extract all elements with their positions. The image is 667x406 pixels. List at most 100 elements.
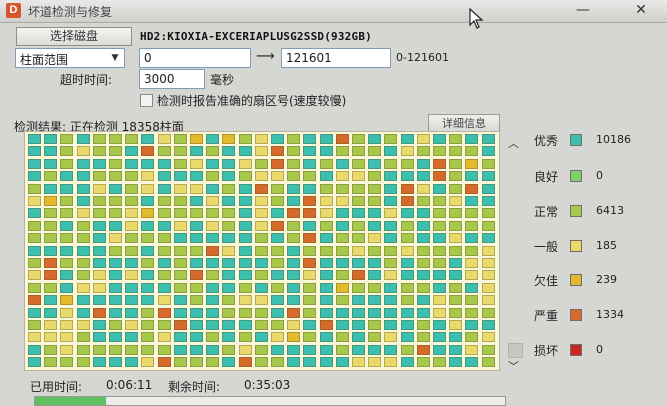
scroll-down-icon[interactable]: ﹀ [508,358,519,374]
legend-name: 欠佳 [534,274,559,288]
sector-cell [319,282,333,293]
sector-cell [271,320,284,330]
sector-cell [92,357,106,368]
sector-cell [368,196,382,206]
sector-cell [335,320,349,330]
disk-name: HD2:KIOXIA-EXCERIAPLUSG2SSD(932GB) [140,30,372,43]
sector-cell [76,307,90,318]
sector-cell [449,233,463,244]
sector-cell [206,134,220,144]
select-disk-button[interactable]: 选择磁盘 [16,27,132,46]
chevron-down-icon[interactable]: ▼ [108,50,122,66]
range-start-input[interactable]: 0 [139,48,251,68]
scroll-thumb[interactable] [508,343,523,358]
sector-cell [335,270,349,281]
sector-cell [319,196,333,206]
sector-cell [28,270,41,281]
sector-cell [335,357,349,368]
sector-cell [44,208,58,219]
minimize-icon[interactable]: — [570,1,596,19]
sector-cell [109,158,122,169]
sector-cell [368,332,382,343]
sector-cell [368,307,382,318]
sector-cell [352,320,365,330]
sector-cell [254,295,268,306]
sector-cell [287,332,301,343]
sector-cell [76,183,90,194]
sector-cell [449,320,463,330]
sector-cell [319,183,333,194]
sector-cell [271,146,284,157]
sector-cell [173,183,187,194]
sector-cell [206,158,220,169]
sector-cell [44,320,58,330]
sector-cell [416,357,430,368]
sector-cell [190,344,203,355]
sector-cell [287,357,301,368]
range-mode-select[interactable]: 柱面范围 ▼ [15,48,125,68]
sector-cell [400,357,414,368]
sector-cell [28,357,41,368]
sector-cell [287,183,301,194]
sector-cell [271,270,284,281]
sector-cell [206,183,220,194]
sector-cell [465,332,479,343]
sector-cell [60,146,74,157]
sector-cell [76,270,90,281]
sector-cell [319,233,333,244]
sector-cell [92,344,106,355]
sector-cell [335,134,349,144]
sector-cell [60,196,74,206]
sector-cell [222,134,236,144]
sector-cell [206,307,220,318]
sector-cell [368,233,382,244]
sector-cell [303,258,317,268]
sector-cell [141,270,155,281]
sector-cell [92,146,106,157]
close-icon[interactable]: ✕ [628,1,654,19]
sector-cell [481,134,495,144]
window-title: 坏道检测与修复 [28,5,113,19]
sector-cell [92,196,106,206]
sector-cell [222,320,236,330]
sector-cell [335,196,349,206]
sector-cell [141,320,155,330]
sector-cell [416,208,430,219]
sector-cell [287,220,301,231]
sector-cell [92,220,106,231]
sector-cell [28,282,41,293]
sector-cell [335,158,349,169]
scroll-up-icon[interactable]: ︿ [508,135,519,151]
sector-cell [206,344,220,355]
sector-cell [28,158,41,169]
sector-cell [92,307,106,318]
sector-cell [125,357,139,368]
sector-cell [254,183,268,194]
sector-cell [481,245,495,256]
range-end-input[interactable]: 121601 [281,48,391,68]
sector-cell [173,220,187,231]
sector-cell [76,158,90,169]
sector-cell [92,158,106,169]
sector-cell [206,196,220,206]
sector-cell [449,282,463,293]
sector-cell [190,171,203,182]
exact-sector-checkbox[interactable] [140,94,153,107]
sector-cell [44,171,58,182]
sector-cell [481,270,495,281]
sector-cell [206,245,220,256]
sector-cell [416,171,430,182]
sector-cell [190,220,203,231]
sector-cell [465,146,479,157]
legend-name: 损坏 [534,344,559,358]
sector-cell [416,220,430,231]
sector-cell [384,307,398,318]
sector-cell [303,220,317,231]
sector-cell [481,171,495,182]
sector-cell [335,171,349,182]
sector-cell [60,220,74,231]
sector-cell [465,295,479,306]
timeout-input[interactable]: 3000 [139,69,205,89]
sector-cell [238,134,252,144]
sector-cell [157,196,171,206]
